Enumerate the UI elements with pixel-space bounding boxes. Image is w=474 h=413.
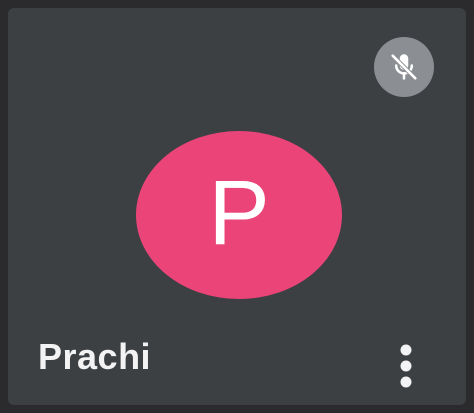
mic-muted-indicator — [374, 37, 434, 97]
avatar-initial: P — [208, 162, 270, 264]
more-vert-icon — [400, 344, 412, 388]
more-options-button[interactable] — [386, 338, 426, 394]
avatar: P — [136, 131, 342, 299]
mic-off-icon — [390, 53, 418, 81]
participant-name: Prachi — [38, 336, 152, 377]
participant-tile: P Prachi — [0, 0, 474, 413]
